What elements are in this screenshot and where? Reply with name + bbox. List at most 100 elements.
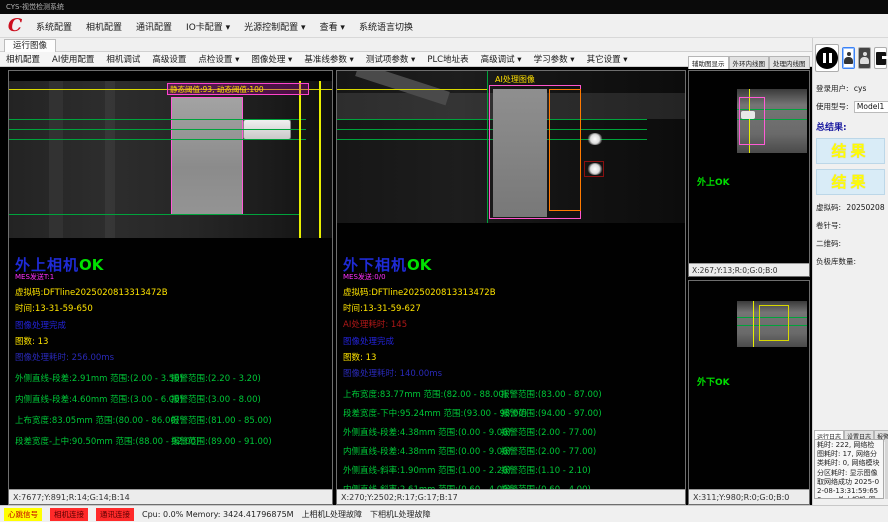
login-user-row: 登录用户: cys (813, 83, 888, 94)
heartbeat-badge: 心跳信号 (4, 508, 42, 521)
menu-items: 系统配置 相机配置 通讯配置 IO卡配置 ▾ 光源控制配置 ▾ 查看 ▾ 系统语言切换 (36, 14, 413, 38)
toolbar-item[interactable]: 高级调试 ▾ (481, 53, 522, 65)
user-switch-button[interactable] (858, 47, 871, 69)
result-overlay-left: 外上相机OK MES发送T:1 虚拟码:DFTline2025020813313… (15, 254, 325, 456)
measurement-row: 外侧直线-段差:4.38mm 范围:(0.00 - 9.00) 报警范围:(2.… (343, 426, 677, 445)
time-line: 时间:13-31-59-627 (343, 302, 677, 314)
process-time-line: 图像处理耗时: 256.00ms (15, 351, 325, 363)
camera-panel-upper-outer[interactable]: 静态阈值:93, 动态阈值:100 外上相机OK MES发送T:1 虚拟码:DF… (8, 70, 333, 505)
menu-item[interactable]: 通讯配置 (136, 20, 172, 33)
fault-upper-camera[interactable]: 上相机L处理故障 (302, 509, 362, 520)
preview-panel-top[interactable]: 外上OK X:267;Y:13;R:0;G:0;B:0 (688, 70, 810, 277)
toolbar-item[interactable]: 点检设置 ▾ (198, 53, 239, 65)
alarm-range: 报警范围:(2.00 - 77.00) (501, 445, 596, 457)
measurement-value: 上布宽度:83.05mm 范围:(80.00 - 86.00) (15, 414, 179, 426)
model-row: 使用型号: Model1 (813, 101, 888, 112)
ai-time-line: AI处理耗时: 145 (343, 318, 677, 330)
boundary-line-yellow (319, 81, 321, 238)
pause-button[interactable] (815, 44, 839, 72)
frame-count-line: 图数: 13 (343, 351, 677, 363)
preview-tab-outer[interactable]: 外环内线图 (729, 56, 770, 69)
toolbar-item[interactable]: 图像处理 ▾ (251, 53, 292, 65)
connector-part (741, 111, 755, 119)
measurement-row: 段差宽度-下中:95.24mm 范围:(93.00 - 98.00) 报警范围:… (343, 407, 677, 426)
camera-result-title: 外下相机OK (343, 254, 677, 272)
alarm-range: 报警范围:(2.20 - 3.20) (171, 372, 261, 384)
process-done-line: 图像处理完成 (15, 319, 325, 331)
measurement-value: 段差宽度-下中:95.24mm 范围:(93.00 - 98.00) (343, 407, 527, 419)
measurement-value: 内侧直线-段差:4.38mm 范围:(0.00 - 9.00) (343, 445, 511, 457)
toolbar-item[interactable]: AI使用配置 (52, 53, 94, 65)
control-sidebar: 登录用户: cys 使用型号: Model1 总结果: 结果 结果 虚拟码: 2… (812, 38, 888, 505)
app-logo-icon: C (4, 16, 26, 36)
camera-panel-lower-outer[interactable]: AI处理图像 外下相机OK MES发送:0/0 虚拟码:DFTline20250… (336, 70, 686, 505)
total-result-label: 总结果: (813, 120, 888, 133)
menu-item[interactable]: IO卡配置 ▾ (186, 20, 230, 33)
barcode-row: 虚拟码: 20250208 (813, 202, 888, 213)
preview-tab-aux[interactable]: 辅助图显示 (688, 56, 729, 69)
measurement-list: 外侧直线-段差:2.91mm 范围:(2.00 - 3.50) 报警范围:(2.… (15, 372, 325, 456)
fault-lower-camera[interactable]: 下相机L处理故障 (370, 509, 430, 520)
toolbar-item[interactable]: 相机调试 (106, 53, 140, 65)
needle-label: 卷针号: (816, 221, 841, 230)
qr-label: 二维码: (816, 239, 841, 248)
pixel-coords-middle: X:270;Y:2502;R:17;G:17;B:17 (337, 489, 685, 504)
preview-tab-processed[interactable]: 处理内线图 (769, 56, 810, 69)
preview-image-top (737, 89, 807, 153)
menu-item[interactable]: 光源控制配置 ▾ (244, 20, 305, 33)
preview-result-top: 外上OK (697, 175, 730, 188)
model-value[interactable]: Model1 (854, 101, 888, 113)
alarm-range: 报警范围:(3.00 - 8.00) (171, 393, 261, 405)
defect-box (584, 161, 604, 177)
comm-connection-badge: 通讯连接 (96, 508, 134, 521)
menu-item[interactable]: 查看 ▾ (320, 20, 345, 33)
menu-item[interactable]: 系统配置 (36, 20, 72, 33)
result-overlay-middle: 外下相机OK MES发送:0/0 虚拟码:DFTline202502081331… (343, 254, 677, 502)
sidebar-buttons (815, 43, 887, 73)
pixel-coords-preview-bottom: X:311;Y:980;R:0;G:0;B:0 (689, 489, 809, 504)
roi-rect-yellow (759, 305, 789, 341)
time-line: 时间:13-31-59-650 (15, 302, 325, 314)
toolbar-item[interactable]: 高级设置 (152, 53, 186, 65)
exit-button[interactable] (874, 47, 887, 69)
boundary-line-yellow (753, 301, 754, 347)
pause-icon (816, 47, 838, 69)
toolbar-item[interactable]: 学习参数 ▾ (534, 53, 575, 65)
measurement-value: 外侧直线-斜率:1.90mm 范围:(1.00 - 2.20) (343, 464, 511, 476)
toolbar-item[interactable]: 相机配置 (6, 53, 40, 65)
toolbar-item[interactable]: 测试项参数 ▾ (366, 53, 415, 65)
toolbar-item[interactable]: 基准线参数 ▾ (304, 53, 353, 65)
tab-run-image[interactable]: 运行图像 (4, 39, 56, 52)
barcode-line: 虚拟码:DFTline2025020813313472B (343, 286, 677, 298)
camera-image-left: 静态阈值:93, 动态阈值:100 (9, 81, 332, 238)
process-time-line: 图像处理耗时: 140.00ms (343, 367, 677, 379)
process-done-line: 图像处理完成 (343, 335, 677, 347)
result-status: OK (407, 256, 431, 274)
pixel-coords-left: X:7677;Y:891;R:14;G:14;B:14 (9, 489, 332, 504)
measurement-row: 外侧直线-段差:2.91mm 范围:(2.00 - 3.50) 报警范围:(2.… (15, 372, 325, 393)
toolbar-item[interactable]: PLC地址表 (427, 53, 468, 65)
measurement-list: 上布宽度:83.77mm 范围:(82.00 - 88.00) 报警范围:(83… (343, 388, 677, 502)
menu-item[interactable]: 相机配置 (86, 20, 122, 33)
app-window: CYS-视觉检测系统 C 系统配置相机配置通讯配置IO卡配置 ▾光源控制配置 ▾… (0, 0, 888, 522)
result-box-1: 结果 (816, 138, 885, 164)
user-icon (844, 52, 853, 64)
alarm-range: 报警范围:(89.00 - 91.00) (171, 435, 272, 447)
alarm-range: 报警范围:(2.00 - 77.00) (501, 426, 596, 438)
login-user-value: cys (854, 84, 866, 93)
preview-panel-bottom[interactable]: 外下OK X:311;Y:980;R:0;G:0;B:0 (688, 280, 810, 505)
status-bar: 心跳信号 相机连接 通讯连接 Cpu: 0.0% Memory: 3424.41… (0, 505, 888, 522)
measure-line-green (9, 214, 301, 215)
menu-item[interactable]: 系统语言切换 (359, 20, 413, 33)
boundary-line-green (487, 71, 488, 223)
highlight-spot (587, 133, 603, 145)
alarm-range: 报警范围:(1.10 - 2.10) (501, 464, 591, 476)
login-user-label: 登录用户: (816, 84, 849, 93)
measurement-value: 外侧直线-段差:4.38mm 范围:(0.00 - 9.00) (343, 426, 511, 438)
toolbar-item[interactable]: 其它设置 ▾ (587, 53, 628, 65)
cell-part (171, 97, 243, 215)
measure-line-green (9, 139, 306, 140)
count-row: 负极库数量: (813, 256, 888, 267)
log-text[interactable]: 耗时: 222, 网络检图耗时: 17, 网络分类耗时: 0, 网络模块分区耗时… (814, 439, 884, 499)
user-login-button[interactable] (842, 47, 855, 69)
